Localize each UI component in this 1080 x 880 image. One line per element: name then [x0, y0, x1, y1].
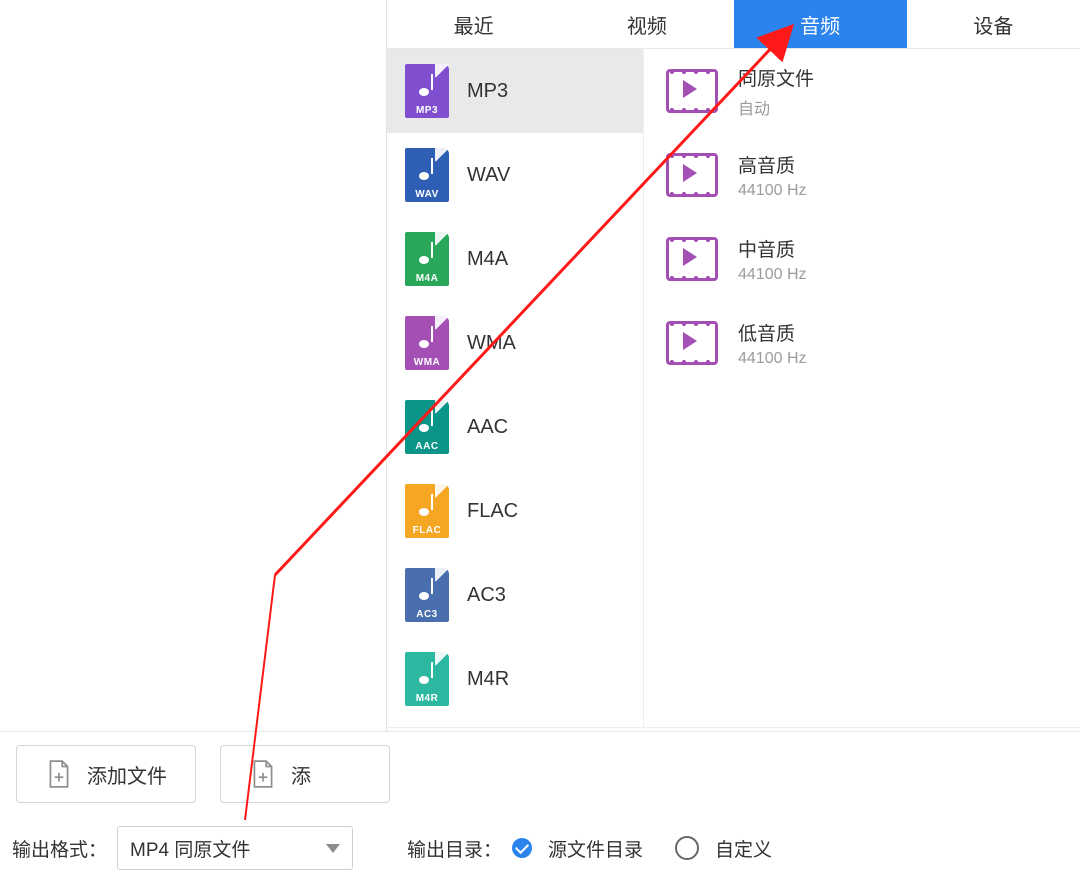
format-item-aac[interactable]: AAC AAC [387, 385, 643, 469]
format-label: M4A [467, 248, 508, 271]
radio-source-dir-label: 源文件目录 [548, 835, 643, 862]
format-item-m4a[interactable]: M4A M4A [387, 217, 643, 301]
tab-audio[interactable]: 音频 [734, 0, 907, 48]
add-file-icon [249, 759, 277, 789]
filetype-icon: MP3 [405, 64, 449, 118]
quality-title: 同原文件 [738, 64, 814, 91]
filetype-icon: WAV [405, 148, 449, 202]
format-label: FLAC [467, 500, 518, 523]
tab-video[interactable]: 视频 [560, 0, 733, 48]
quality-item-high[interactable]: 高音质 44100 Hz [644, 133, 1080, 217]
output-format-select[interactable]: MP4 同原文件 [117, 826, 353, 870]
radio-source-dir[interactable] [512, 838, 532, 858]
filetype-icon: AC3 [405, 568, 449, 622]
add-more-button[interactable]: 添 [220, 745, 390, 803]
film-icon [666, 69, 718, 113]
output-format-value: MP4 同原文件 [130, 835, 250, 862]
radio-custom-dir-label: 自定义 [715, 835, 772, 862]
quality-title: 高音质 [738, 151, 807, 178]
radio-custom-dir[interactable] [675, 836, 699, 860]
format-item-ac3[interactable]: AC3 AC3 [387, 553, 643, 637]
output-row: 输出格式： MP4 同原文件 输出目录： 源文件目录 自定义 [0, 816, 1080, 880]
output-dir-label: 输出目录： [407, 835, 502, 862]
format-label: WMA [467, 332, 516, 355]
tab-device[interactable]: 设备 [907, 0, 1080, 48]
film-icon [666, 153, 718, 197]
output-format-label: 输出格式： [12, 835, 107, 862]
format-item-m4r[interactable]: M4R M4R [387, 637, 643, 721]
add-file-button[interactable]: 添加文件 [16, 745, 196, 803]
format-label: MP3 [467, 80, 508, 103]
quality-item-original[interactable]: 同原文件自动 [644, 49, 1080, 133]
add-more-label: 添 [291, 760, 311, 789]
add-file-label: 添加文件 [87, 760, 167, 789]
format-label: WAV [467, 164, 510, 187]
quality-sub: 44100 Hz [738, 266, 807, 284]
quality-item-low[interactable]: 低音质 44100 Hz [644, 301, 1080, 385]
quality-title: 低音质 [738, 319, 807, 346]
format-tabs: 最近 视频 音频 设备 [387, 0, 1080, 49]
film-icon [666, 321, 718, 365]
quality-item-medium[interactable]: 中音质 44100 Hz [644, 217, 1080, 301]
format-label: AAC [467, 416, 508, 439]
format-label: M4R [467, 668, 509, 691]
quality-title: 中音质 [738, 235, 807, 262]
tab-recent[interactable]: 最近 [387, 0, 560, 48]
quality-sub: 44100 Hz [738, 182, 807, 200]
format-list: MP3 MP3 WAV WAV M4A M4A WMA WMA AAC AA [387, 49, 644, 727]
film-icon [666, 237, 718, 281]
filetype-icon: M4A [405, 232, 449, 286]
format-label: AC3 [467, 584, 506, 607]
filetype-icon: WMA [405, 316, 449, 370]
format-item-mp3[interactable]: MP3 MP3 [387, 49, 643, 133]
format-item-wav[interactable]: WAV WAV [387, 133, 643, 217]
filetype-icon: FLAC [405, 484, 449, 538]
quality-sub: 自动 [738, 95, 814, 119]
quality-sub: 44100 Hz [738, 350, 807, 368]
chevron-down-icon [326, 844, 340, 853]
format-item-flac[interactable]: FLAC FLAC [387, 469, 643, 553]
format-item-wma[interactable]: WMA WMA [387, 301, 643, 385]
format-picker-panel: 最近 视频 音频 设备 MP3 MP3 WAV WAV M4A M4A [386, 0, 1080, 807]
main-empty-area [0, 0, 386, 700]
filetype-icon: AAC [405, 400, 449, 454]
quality-list: 同原文件自动 高音质 44100 Hz 中音质 44100 Hz 低音质 44100 … [644, 49, 1080, 727]
bottom-toolbar: 添加文件 添 [0, 731, 1080, 816]
add-file-icon [45, 759, 73, 789]
filetype-icon: M4R [405, 652, 449, 706]
format-picker-body: MP3 MP3 WAV WAV M4A M4A WMA WMA AAC AA [387, 49, 1080, 727]
